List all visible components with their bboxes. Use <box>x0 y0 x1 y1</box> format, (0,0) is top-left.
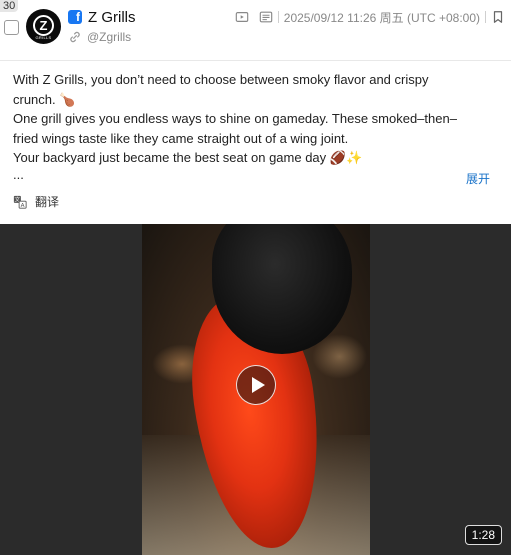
post-text-line: One grill gives you endless ways to shin… <box>13 111 457 126</box>
translate-label: 翻译 <box>35 195 60 209</box>
avatar-logo-letter: Z <box>33 15 54 36</box>
meta-divider <box>485 11 486 23</box>
translate-icon: 文 A <box>13 195 27 208</box>
avatar-logo-text: GRILLS <box>35 35 52 40</box>
author-row: f Z Grills <box>68 8 136 26</box>
video-icon[interactable] <box>235 10 249 24</box>
facebook-icon: f <box>68 10 82 24</box>
post-meta: 2025/09/12 11:26 周五 (UTC +08:00) <box>235 9 505 25</box>
svg-text:A: A <box>21 202 25 208</box>
video-duration: 1:28 <box>464 525 502 545</box>
author-handle[interactable]: @Zgrills <box>87 30 131 44</box>
meta-divider <box>277 11 279 23</box>
post-body: With Z Grills, you don’t need to choose … <box>13 70 497 168</box>
post-text-line: With Z Grills, you don’t need to choose … <box>13 72 429 87</box>
select-checkbox[interactable] <box>4 20 19 35</box>
author-handle-row: @Zgrills <box>68 30 131 44</box>
translate-button[interactable]: 文 A 翻译 <box>13 193 59 210</box>
header-divider <box>0 60 511 61</box>
video-player[interactable]: 1:28 <box>0 224 511 555</box>
post-timestamp: 2025/09/12 11:26 周五 (UTC +08:00) <box>283 10 480 25</box>
avatar[interactable]: Z GRILLS <box>26 9 61 44</box>
post-index-badge: 30 <box>0 0 19 12</box>
post-text-line: fried wings taste like they came straigh… <box>13 130 349 146</box>
post-text-line: crunch. 🍗 <box>13 91 76 107</box>
post-text-line: Your backyard just became the best seat … <box>13 150 363 165</box>
image-icon[interactable] <box>259 10 273 24</box>
expand-button[interactable]: 展开 <box>466 170 490 187</box>
link-icon <box>70 31 80 43</box>
bookmark-icon[interactable] <box>491 10 505 24</box>
play-icon[interactable] <box>236 365 276 405</box>
author-name[interactable]: Z Grills <box>88 9 136 26</box>
text-ellipsis: ... <box>13 167 24 182</box>
